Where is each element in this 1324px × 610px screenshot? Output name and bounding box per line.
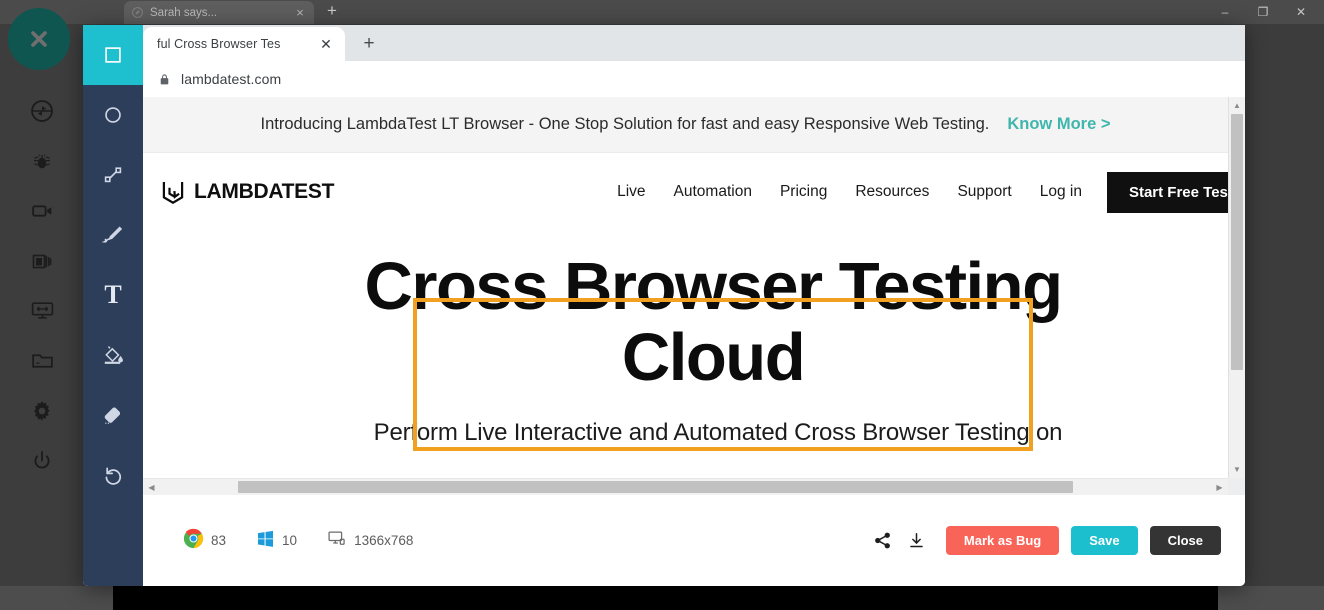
fill-tool[interactable] <box>83 325 143 385</box>
undo-tool[interactable] <box>83 445 143 505</box>
text-tool-glyph: T <box>104 280 122 309</box>
text-tool[interactable]: T <box>83 265 143 325</box>
bottom-black-strip <box>113 586 1218 610</box>
chrome-version: 83 <box>183 528 226 554</box>
screenshot-preview: ful Cross Browser Tes ✕ + lambdatest.com… <box>143 25 1245 495</box>
captured-url-text: lambdatest.com <box>181 71 282 87</box>
lambdatest-logo[interactable]: LAMBDATEST <box>159 178 334 206</box>
screen-root: Sarah says... × + – ❐ ✕ T ful Cross Brow… <box>0 0 1324 610</box>
leaf-favicon <box>130 6 144 20</box>
capture-icon[interactable] <box>18 86 66 135</box>
horizontal-scrollbar[interactable]: ◀ ▶ <box>143 478 1228 495</box>
lambdatest-mark-icon <box>159 178 187 206</box>
background-new-tab-button[interactable]: + <box>322 2 342 22</box>
nav-login[interactable]: Log in <box>1040 183 1082 201</box>
promo-know-more-link[interactable]: Know More > <box>1007 115 1110 134</box>
chrome-icon <box>183 528 204 554</box>
nav-live[interactable]: Live <box>617 183 645 201</box>
captured-tab[interactable]: ful Cross Browser Tes ✕ <box>143 27 345 61</box>
environment-info: 83 10 1366x768 <box>183 528 413 554</box>
background-tabstrip: Sarah says... × + – ❐ ✕ <box>0 0 1324 24</box>
page-title: Cross Browser Testing Cloud <box>364 249 1064 396</box>
pen-tool[interactable] <box>83 205 143 265</box>
video-camera-icon[interactable] <box>18 186 66 235</box>
annotation-toolbar: T <box>83 25 143 586</box>
nav-links: Live Automation Pricing Resources Suppor… <box>617 183 1082 201</box>
scroll-down-arrow-icon[interactable]: ▼ <box>1229 461 1245 478</box>
rectangle-tool[interactable] <box>83 25 143 85</box>
chrome-version-label: 83 <box>211 533 227 548</box>
maximize-icon[interactable]: ❐ <box>1244 0 1282 24</box>
eraser-tool[interactable] <box>83 385 143 445</box>
background-tab[interactable]: Sarah says... × <box>124 1 314 24</box>
close-icon[interactable]: ✕ <box>1282 0 1320 24</box>
site-navigation: LAMBDATEST Live Automation Pricing Resou… <box>143 153 1228 231</box>
nav-support[interactable]: Support <box>957 183 1011 201</box>
captured-new-tab-button[interactable]: + <box>358 33 380 55</box>
nav-resources[interactable]: Resources <box>855 183 929 201</box>
scroll-up-arrow-icon[interactable]: ▲ <box>1229 97 1245 114</box>
mark-as-bug-button[interactable]: Mark as Bug <box>945 526 1060 555</box>
download-icon[interactable] <box>900 524 934 558</box>
captured-tab-close-icon[interactable]: ✕ <box>317 36 335 53</box>
start-free-testing-button[interactable]: Start Free Testing <box>1106 171 1228 213</box>
promo-text: Introducing LambdaTest LT Browser - One … <box>260 115 990 133</box>
editor-action-bar: 83 10 1366x768 Mark as Bug Save Close <box>143 495 1245 586</box>
window-controls: – ❐ ✕ <box>1206 0 1320 24</box>
power-icon[interactable] <box>18 436 66 485</box>
captured-tab-title: ful Cross Browser Tes <box>157 37 281 51</box>
os-version: 10 <box>256 529 297 553</box>
scroll-right-arrow-icon[interactable]: ▶ <box>1211 479 1228 496</box>
captured-address-bar[interactable]: lambdatest.com <box>143 61 1245 97</box>
background-tab-close-icon[interactable]: × <box>292 5 308 21</box>
resolution: 1366x768 <box>327 528 413 553</box>
captured-tabstrip: ful Cross Browser Tes ✕ + <box>143 25 1245 61</box>
save-button[interactable]: Save <box>1071 526 1138 555</box>
vertical-scrollbar-thumb[interactable] <box>1231 114 1243 370</box>
background-tab-title: Sarah says... <box>150 6 218 19</box>
responsive-monitor-icon[interactable] <box>18 286 66 335</box>
lambdatest-wordmark: LAMBDATEST <box>194 180 335 203</box>
minimize-icon[interactable]: – <box>1206 0 1244 24</box>
horizontal-scrollbar-thumb[interactable] <box>238 481 1073 493</box>
resolution-label: 1366x768 <box>354 533 414 548</box>
vertical-scrollbar[interactable]: ▲ ▼ <box>1228 97 1245 478</box>
folder-icon[interactable] <box>18 336 66 385</box>
app-icon-rail <box>0 24 84 586</box>
bug-icon[interactable] <box>18 136 66 185</box>
captured-page: Introducing LambdaTest LT Browser - One … <box>143 97 1228 478</box>
layers-icon[interactable] <box>18 236 66 285</box>
ellipse-tool[interactable] <box>83 85 143 145</box>
lock-icon <box>155 70 173 88</box>
screenshot-editor-modal: T ful Cross Browser Tes ✕ + lambdatest.c… <box>83 25 1245 586</box>
line-tool[interactable] <box>83 145 143 205</box>
gear-icon[interactable] <box>18 386 66 435</box>
page-subtitle: Perform Live Interactive and Automated C… <box>373 419 1063 447</box>
hero-section: Cross Browser Testing Cloud Perform Live… <box>143 231 1228 447</box>
windows-icon <box>256 529 275 553</box>
share-icon[interactable] <box>866 524 900 558</box>
monitor-icon <box>327 528 347 553</box>
nav-pricing[interactable]: Pricing <box>780 183 827 201</box>
close-button[interactable]: Close <box>1149 526 1221 555</box>
scroll-left-arrow-icon[interactable]: ◀ <box>143 479 160 496</box>
promo-banner: Introducing LambdaTest LT Browser - One … <box>143 97 1228 153</box>
nav-automation[interactable]: Automation <box>674 183 752 201</box>
os-version-label: 10 <box>282 533 298 548</box>
close-overlay-button[interactable] <box>8 8 70 70</box>
